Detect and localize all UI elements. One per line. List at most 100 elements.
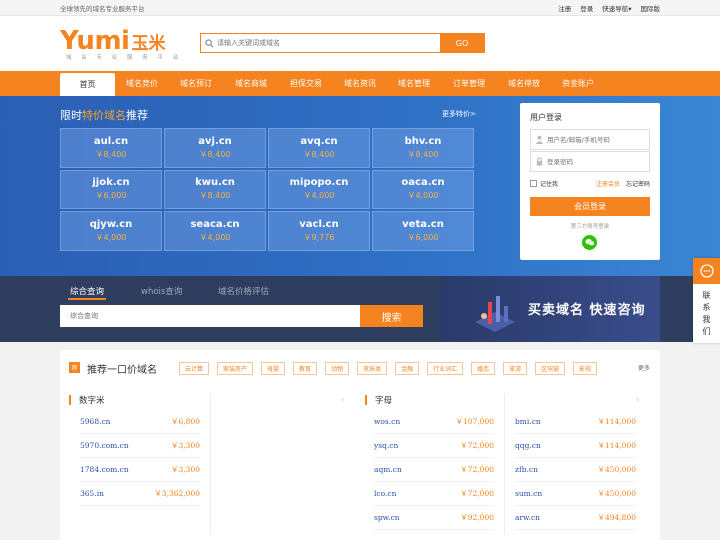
tag-travel[interactable]: 旅游: [503, 362, 528, 375]
domain-link[interactable]: qqg.cn: [515, 441, 541, 450]
register-link[interactable]: 注册: [558, 3, 571, 13]
domain-link[interactable]: aqm.cn: [374, 465, 402, 474]
domain-card[interactable]: vacl.cn ￥9,776: [268, 211, 370, 251]
third-party-login-label: 第三方账号登录: [570, 224, 610, 230]
tag-baby[interactable]: 母婴: [261, 362, 286, 375]
query-search-button[interactable]: 搜索: [360, 305, 423, 327]
nav-home[interactable]: 首页: [60, 73, 115, 96]
domain-card[interactable]: qjyw.cn ￥4,000: [60, 211, 162, 251]
domain-price: ￥450,000: [597, 489, 636, 498]
nav-news[interactable]: 域名资讯: [336, 71, 384, 96]
tab-whois-query[interactable]: whois查询: [141, 285, 182, 297]
domain-card[interactable]: jjok.cn ￥6,000: [60, 169, 162, 209]
login-panel: 用户登录 记住我 注册会员 忘记密码 会员登录 第三方账号登录: [520, 103, 660, 260]
chevron-right-icon[interactable]: ›: [341, 395, 344, 404]
username-field[interactable]: [530, 129, 650, 150]
nav-auction[interactable]: 域名竞价: [118, 71, 166, 96]
login-link[interactable]: 登录: [580, 3, 593, 13]
list-item[interactable]: 5970.com.cn ￥3,300: [80, 434, 200, 458]
list-item[interactable]: qqg.cn ￥114,000: [515, 434, 636, 458]
domain-name: seaca.cn: [190, 218, 240, 230]
list-item[interactable]: arw.cn ￥494,800: [515, 506, 636, 530]
chat-icon: [693, 258, 720, 284]
domain-link[interactable]: 5970.com.cn: [80, 441, 129, 450]
username-input[interactable]: [547, 135, 647, 144]
nav-manage[interactable]: 域名管理: [390, 71, 438, 96]
domain-card[interactable]: seaca.cn ￥4,000: [164, 211, 266, 251]
domain-link[interactable]: arw.cn: [515, 513, 540, 522]
list-item[interactable]: lco.cn ￥72,000: [374, 482, 494, 506]
tag-film[interactable]: 影视: [573, 362, 598, 375]
domain-card[interactable]: mipopo.cn ￥4,000: [268, 169, 370, 209]
domain-link[interactable]: wos.cn: [374, 417, 400, 426]
tag-animal[interactable]: 动物: [325, 362, 350, 375]
remember-checkbox[interactable]: [530, 180, 537, 187]
logo[interactable]: Yumi 玉米: [60, 26, 165, 56]
domain-card[interactable]: aul.cn ￥8,400: [60, 128, 162, 168]
tag-realestate[interactable]: 家装房产: [217, 362, 254, 375]
list-item[interactable]: zfb.cn ￥450,000: [515, 458, 636, 482]
tab-price-evaluation[interactable]: 域名价格评估: [218, 285, 269, 297]
list-item[interactable]: 365.in ￥3,362,000: [80, 482, 200, 506]
password-field[interactable]: [530, 151, 650, 172]
tag-marriage[interactable]: 婚恋: [471, 362, 496, 375]
domain-link[interactable]: ysq.cn: [374, 441, 398, 450]
section-header-numeric: 数字米: [69, 394, 105, 406]
domain-link[interactable]: spw.cn: [374, 513, 400, 522]
domain-card[interactable]: kwu.cn ￥8,400: [164, 169, 266, 209]
domain-card[interactable]: avq.cn ￥8,400: [268, 128, 370, 168]
logo-cjk: 玉米: [131, 34, 166, 54]
nav-mall[interactable]: 域名商城: [227, 71, 275, 96]
tag-blockchain[interactable]: 区块链: [535, 362, 566, 375]
tab-comprehensive-query[interactable]: 综合查询: [70, 285, 104, 297]
nav-account[interactable]: 资金账户: [554, 71, 602, 96]
international-link[interactable]: 国际版: [641, 3, 661, 13]
wechat-icon[interactable]: [582, 235, 597, 250]
domain-card[interactable]: bhv.cn ￥8,400: [372, 128, 474, 168]
quick-nav-dropdown[interactable]: 快速导航▾: [602, 3, 631, 13]
domain-price: ￥4,000: [303, 191, 335, 201]
list-item[interactable]: sum.cn ￥450,000: [515, 482, 636, 506]
search-input[interactable]: [217, 34, 440, 52]
domain-card[interactable]: veta.cn ￥6,000: [372, 211, 474, 251]
domain-link[interactable]: sum.cn: [515, 489, 542, 498]
domain-card[interactable]: avj.cn ￥8,400: [164, 128, 266, 168]
search-go-button[interactable]: GO: [440, 34, 484, 52]
list-item[interactable]: spw.cn ￥92,000: [374, 506, 494, 530]
tag-cloud[interactable]: 云计算: [179, 362, 210, 375]
nav-orders[interactable]: 订单管理: [445, 71, 493, 96]
domain-link[interactable]: bmi.cn: [515, 417, 541, 426]
list-item[interactable]: 5968.cn ￥6,800: [80, 410, 200, 434]
list-item[interactable]: aqm.cn ￥72,000: [374, 458, 494, 482]
list-item[interactable]: ysq.cn ￥72,000: [374, 434, 494, 458]
chevron-right-icon[interactable]: ›: [636, 395, 639, 404]
list-item[interactable]: bmi.cn ￥114,000: [515, 410, 636, 434]
list-item[interactable]: 1784.com.cn ￥3,300: [80, 458, 200, 482]
query-input[interactable]: [60, 305, 360, 327]
more-tags-link[interactable]: 更多: [638, 363, 650, 372]
search-bar: GO: [200, 33, 485, 53]
contact-us-tab[interactable]: 联系我们: [693, 258, 720, 343]
title-post: 推荐: [126, 109, 148, 122]
domain-link[interactable]: zfb.cn: [515, 465, 538, 474]
remember-me[interactable]: 记住我: [530, 179, 558, 188]
tag-education[interactable]: 教育: [293, 362, 318, 375]
password-input[interactable]: [547, 157, 647, 166]
tag-sports[interactable]: 竞技类: [357, 362, 388, 375]
tag-industry[interactable]: 行业词汇: [427, 362, 464, 375]
member-login-button[interactable]: 会员登录: [530, 197, 650, 216]
domain-link[interactable]: 1784.com.cn: [80, 465, 129, 474]
forgot-password-link[interactable]: 忘记密码: [626, 179, 650, 188]
register-member-link[interactable]: 注册会员: [596, 179, 620, 188]
domain-link[interactable]: lco.cn: [374, 489, 396, 498]
domain-link[interactable]: 5968.cn: [80, 417, 111, 426]
tag-finance[interactable]: 金融: [395, 362, 420, 375]
domain-link[interactable]: 365.in: [80, 489, 104, 498]
nav-reserve[interactable]: 域名预订: [172, 71, 220, 96]
nav-escrow[interactable]: 担保交易: [282, 71, 330, 96]
domain-card[interactable]: oaca.cn ￥4,000: [372, 169, 474, 209]
list-item[interactable]: wos.cn ￥107,000: [374, 410, 494, 434]
buy-sell-banner[interactable]: 买卖域名 快速咨询: [440, 276, 660, 342]
nav-parking[interactable]: 域名停放: [500, 71, 548, 96]
more-specials-link[interactable]: 更多特价>: [442, 109, 476, 119]
